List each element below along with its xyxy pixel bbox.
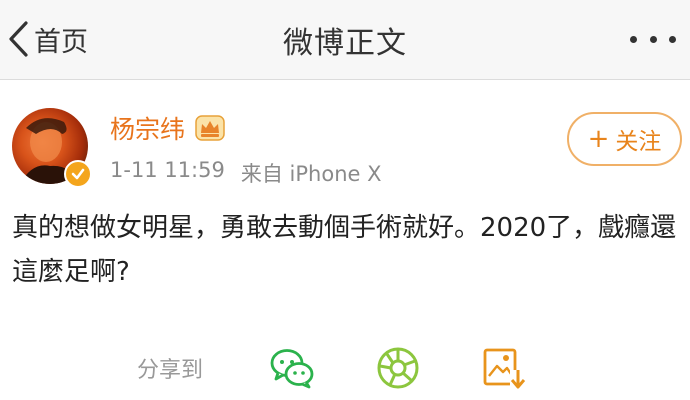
plus-icon: +: [587, 124, 610, 154]
more-dots-icon: [669, 35, 676, 43]
author-name[interactable]: 杨宗纬: [110, 110, 185, 146]
more-dots-icon: [630, 35, 637, 43]
verified-check-icon: [64, 160, 92, 188]
share-bar: 分享到: [0, 340, 690, 396]
follow-label: 关注: [615, 129, 662, 155]
avatar[interactable]: [12, 108, 92, 188]
crown-icon: [195, 115, 225, 141]
post-meta: 1-11 11:59 来自 iPhone X: [110, 158, 381, 188]
post-time: 1-11 11:59: [110, 158, 225, 182]
moments-icon[interactable]: [374, 344, 422, 392]
post-source: 来自 iPhone X: [240, 162, 382, 186]
top-nav-bar: 首页 微博正文: [0, 0, 690, 80]
post-content: 真的想做女明星，勇敢去動個手術就好。2020了，戲癮還這麼足啊?: [12, 213, 677, 287]
author-row: 杨宗纬: [110, 110, 225, 146]
more-button[interactable]: [630, 24, 676, 54]
wechat-icon[interactable]: [268, 344, 316, 392]
share-label: 分享到: [137, 358, 204, 383]
save-image-icon[interactable]: [480, 344, 528, 392]
more-dots-icon: [649, 35, 657, 43]
follow-button[interactable]: + 关注: [567, 112, 682, 166]
page-title: 微博正文: [283, 26, 407, 61]
